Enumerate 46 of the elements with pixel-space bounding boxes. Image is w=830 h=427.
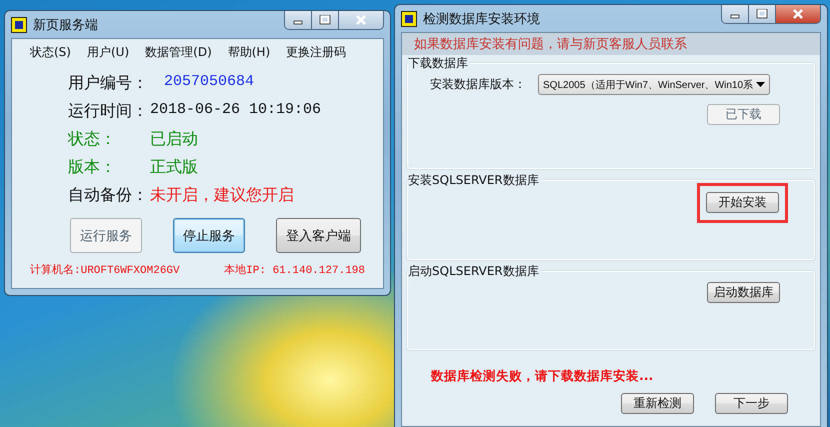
close-button[interactable] xyxy=(338,11,383,29)
action-button[interactable]: 开始安装 xyxy=(706,192,779,213)
field-value: 未开启，建议您开启 xyxy=(150,185,295,206)
status-message: 数据库检测失败，请下载数据库安装... xyxy=(430,367,654,385)
dropdown-value: SQL2005（适用于Win7、WinServer、Win10系 xyxy=(543,78,754,92)
window-title: 新页服务端 xyxy=(33,16,99,34)
maximize-button[interactable] xyxy=(311,11,338,29)
field-value: 已启动 xyxy=(150,129,199,150)
minimize-button[interactable] xyxy=(285,11,311,29)
menu-item[interactable]: 状态(S) xyxy=(30,44,71,61)
local-ip: 本地IP: 61.140.127.198 xyxy=(224,263,365,277)
close-icon xyxy=(355,15,367,25)
field-value: 2018-06-26 10:19:06 xyxy=(150,101,322,120)
field-label: 状态： xyxy=(68,129,117,150)
maximize-icon xyxy=(319,15,331,25)
field-value: 2057050684 xyxy=(163,73,256,92)
group-title: 启动SQLSERVER数据库 xyxy=(408,263,541,280)
field-label: 运行时间： xyxy=(68,101,149,122)
computer-name: 计算机名:UROFT6WFXOM26GV xyxy=(30,263,180,277)
nav-button[interactable]: 下一步 xyxy=(715,393,788,414)
action-button[interactable]: 启动数据库 xyxy=(707,282,780,303)
minimize-button[interactable] xyxy=(722,5,748,23)
nav-button[interactable]: 重新检测 xyxy=(621,393,694,414)
field-label: 自动备份： xyxy=(68,185,149,206)
app-icon xyxy=(11,16,27,32)
group-title: 下载数据库 xyxy=(408,55,470,72)
service-button[interactable]: 停止服务 xyxy=(173,218,245,253)
menu-item[interactable]: 用户(U) xyxy=(86,44,130,61)
menu-item[interactable]: 帮助(H) xyxy=(228,44,270,61)
service-button[interactable]: 登入客户端 xyxy=(276,218,361,253)
close-button[interactable] xyxy=(775,5,820,23)
version-dropdown[interactable]: SQL2005（适用于Win7、WinServer、Win10系 xyxy=(538,74,770,95)
field-label: 安装数据库版本： xyxy=(430,76,526,93)
notice-bar: 如果数据库安装有问题，请与新页客服人员联系 xyxy=(402,33,820,55)
menu-item[interactable]: 数据管理(D) xyxy=(145,44,212,61)
menu-item[interactable]: 更换注册码 xyxy=(286,44,346,61)
app-icon xyxy=(401,10,417,26)
field-label: 用户编号： xyxy=(68,73,149,94)
field-value: 正式版 xyxy=(150,157,199,178)
close-icon xyxy=(792,9,804,19)
caret-icon xyxy=(756,82,766,87)
group-title: 安装SQLSERVER数据库 xyxy=(408,172,541,189)
field-label: 版本： xyxy=(68,157,117,178)
maximize-icon xyxy=(756,9,768,19)
window-title: 检测数据库安装环境 xyxy=(423,10,541,28)
maximize-button[interactable] xyxy=(748,5,775,23)
